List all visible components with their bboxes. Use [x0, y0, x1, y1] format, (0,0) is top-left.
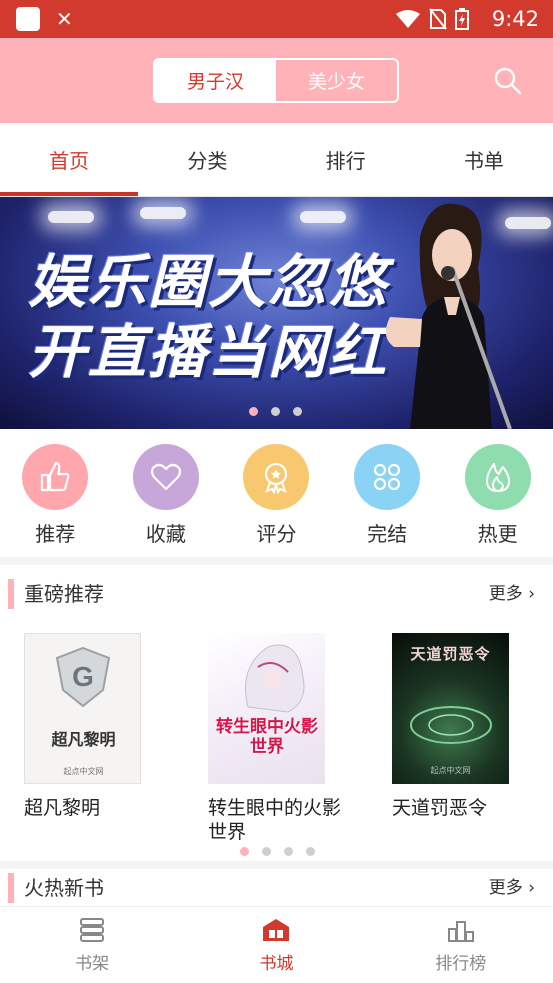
section-title: 火热新书 [24, 876, 104, 900]
medal-icon [243, 444, 310, 510]
book-card[interactable]: G 超凡黎明 起点中文网 超凡黎明 [0, 633, 184, 844]
svg-text:G: G [72, 661, 94, 692]
close-notification-icon: ✕ [56, 7, 73, 31]
book-row: G 超凡黎明 起点中文网 超凡黎明 转生眼中火影世界 转生眼中的火影世界 天道罚… [0, 623, 553, 844]
gender-option-male[interactable]: 男子汉 [155, 60, 276, 101]
banner-dot[interactable] [293, 407, 302, 416]
section-accent-bar [8, 579, 14, 609]
anime-character-illustration [245, 644, 305, 713]
shield-emblem-icon: G [55, 646, 111, 708]
tab-category[interactable]: 分类 [138, 123, 276, 196]
book-title: 超凡黎明 [24, 797, 101, 819]
gender-option-female[interactable]: 美少女 [276, 60, 397, 101]
bookstore-icon [263, 919, 290, 941]
dragon-illustration [410, 706, 492, 744]
gender-toggle: 男子汉 美少女 [153, 58, 399, 103]
heart-icon [132, 444, 199, 510]
section-accent-bar [8, 873, 14, 903]
nav-bookshelf[interactable]: 书架 [0, 907, 184, 983]
page-dot[interactable] [240, 847, 249, 856]
more-link[interactable]: 更多 › [489, 581, 535, 607]
section-title: 重磅推荐 [24, 582, 104, 606]
cover-publisher: 起点中文网 [63, 767, 104, 776]
quick-link-label: 推荐 [35, 522, 76, 546]
search-icon[interactable] [493, 66, 523, 96]
book-cover: 转生眼中火影世界 [208, 633, 325, 784]
tab-ranking[interactable]: 排行 [277, 123, 415, 196]
book-title: 天道罚恶令 [392, 797, 488, 819]
quick-link-recommend[interactable]: 推荐 [0, 429, 111, 557]
quick-link-completed[interactable]: 完结 [332, 429, 443, 557]
status-bar: ✕ 9:42 [0, 0, 553, 38]
quick-link-hot[interactable]: 热更 [442, 429, 553, 557]
stage-light [140, 207, 186, 219]
chevron-right-icon: › [522, 584, 535, 604]
nav-label: 书城 [259, 954, 294, 974]
more-label: 更多 [488, 584, 523, 604]
section-header: 火热新书 更多 › [0, 869, 553, 906]
quick-link-label: 收藏 [145, 522, 186, 546]
nav-bookstore[interactable]: 书城 [184, 907, 368, 983]
page-dot[interactable] [284, 847, 293, 856]
book-card[interactable]: 天道罚恶令 起点中文网 天道罚恶令 [368, 633, 552, 844]
wifi-icon [396, 10, 420, 28]
page-dot[interactable] [306, 847, 315, 856]
thumbs-up-icon [22, 444, 89, 510]
stage-light [300, 211, 346, 223]
quick-link-label: 完结 [367, 522, 408, 546]
chevron-right-icon: › [522, 878, 535, 898]
ranking-icon [447, 921, 474, 942]
featured-pagination [240, 847, 315, 856]
bottom-nav: 书架 书城 排行榜 [0, 906, 553, 983]
quick-links: 推荐 收藏 评分 完结 热更 [0, 429, 553, 557]
status-icons [395, 8, 469, 30]
quick-link-favorites[interactable]: 收藏 [111, 429, 222, 557]
new-books-section: 火热新书 更多 › [0, 869, 553, 906]
singer-illustration [385, 203, 512, 429]
cover-title: 天道罚恶令 [410, 645, 491, 663]
quick-link-label: 评分 [256, 522, 297, 546]
cover-title: 转生眼中火影世界 [216, 717, 318, 757]
banner-headline-2: 开直播当网红 [28, 318, 389, 386]
more-label: 更多 [488, 878, 523, 898]
stage-light [48, 211, 94, 223]
tab-booklist[interactable]: 书单 [415, 123, 553, 196]
promo-banner[interactable]: 娱乐圈大忽悠 开直播当网红 [0, 197, 553, 429]
more-link[interactable]: 更多 › [489, 875, 535, 901]
book-cover: 天道罚恶令 起点中文网 [392, 633, 509, 784]
book-title: 转生眼中的火影世界 [208, 797, 342, 843]
banner-dot[interactable] [271, 407, 280, 416]
nav-ranking[interactable]: 排行榜 [369, 907, 553, 983]
nav-label: 书架 [75, 954, 110, 974]
book-cover: G 超凡黎明 起点中文网 [24, 633, 141, 784]
page-dot[interactable] [262, 847, 271, 856]
header: 男子汉 美少女 [0, 38, 553, 123]
flame-icon [464, 444, 531, 510]
featured-section: 重磅推荐 更多 › G 超凡黎明 起点中文网 超凡黎明 转生眼中火影世界 转生眼… [0, 565, 553, 861]
battery-charging-icon [455, 8, 469, 30]
section-header: 重磅推荐 更多 › [0, 565, 553, 623]
nav-label: 排行榜 [435, 954, 487, 974]
cover-title: 超凡黎明 [51, 730, 116, 749]
clover-icon [354, 444, 421, 510]
cover-publisher: 起点中文网 [430, 766, 471, 775]
banner-pagination [249, 407, 302, 416]
quick-link-label: 热更 [477, 522, 518, 546]
book-card[interactable]: 转生眼中火影世界 转生眼中的火影世界 [184, 633, 368, 844]
main-tabs: 首页 分类 排行 书单 [0, 123, 553, 197]
banner-dot[interactable] [249, 407, 258, 416]
notification-app-icon [16, 7, 40, 31]
clock: 9:42 [491, 7, 539, 31]
tab-home[interactable]: 首页 [0, 123, 139, 196]
bookshelf-icon [80, 918, 105, 942]
quick-link-rating[interactable]: 评分 [221, 429, 332, 557]
no-sim-icon [429, 8, 447, 30]
